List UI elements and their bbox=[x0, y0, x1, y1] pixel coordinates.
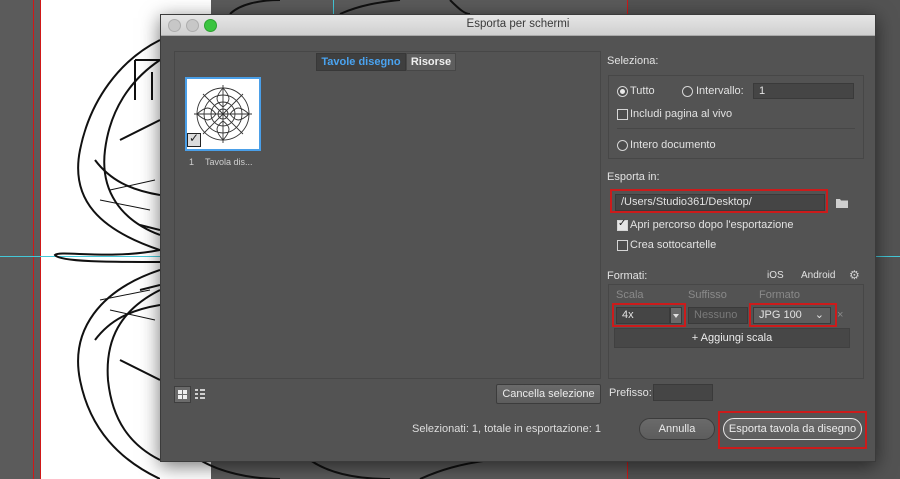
format-highlight bbox=[749, 303, 837, 327]
select-heading: Seleziona: bbox=[607, 55, 659, 67]
radio-all-label: Tutto bbox=[630, 85, 655, 97]
open-after-export-label: Apri percorso dopo l'esportazione bbox=[630, 219, 794, 231]
gear-icon[interactable]: ⚙ bbox=[849, 269, 861, 281]
artboard-number: 1 bbox=[189, 157, 195, 167]
format-column-header: Formato bbox=[759, 289, 800, 301]
tab-artboards[interactable]: Tavole disegno bbox=[316, 53, 406, 71]
radio-all[interactable] bbox=[617, 86, 628, 97]
artboard-label: Tavola dis... bbox=[205, 157, 253, 167]
create-subfolders-checkbox[interactable] bbox=[617, 240, 628, 251]
include-bleed-checkbox[interactable] bbox=[617, 109, 628, 120]
folder-icon[interactable] bbox=[835, 197, 849, 209]
export-path-highlight bbox=[610, 189, 828, 213]
radio-whole-document-label: Intero documento bbox=[630, 139, 716, 151]
mandala-artwork-top bbox=[229, 0, 471, 14]
mandala-artwork bbox=[53, 39, 160, 479]
clear-selection-button[interactable]: Cancella selezione bbox=[496, 384, 601, 404]
formats-heading: Formati: bbox=[607, 270, 648, 282]
artboard-checkbox[interactable]: ✓ bbox=[187, 131, 201, 147]
export-to-heading: Esporta in: bbox=[607, 171, 660, 183]
range-input[interactable]: 1 bbox=[753, 83, 854, 99]
suffix-column-header: Suffisso bbox=[688, 289, 727, 301]
export-for-screens-dialog: Esporta per schermi Tavole disegno Risor… bbox=[160, 14, 876, 462]
prefix-label: Prefisso: bbox=[609, 387, 652, 399]
list-view-icon[interactable] bbox=[193, 386, 208, 401]
create-subfolders-label: Crea sottocartelle bbox=[630, 239, 717, 251]
android-preset-button[interactable]: Android bbox=[801, 270, 835, 281]
radio-range-label: Intervallo: bbox=[696, 85, 744, 97]
remove-scale-icon[interactable]: × bbox=[837, 309, 843, 321]
grid-view-icon[interactable] bbox=[174, 386, 191, 403]
radio-whole-document[interactable] bbox=[617, 140, 628, 151]
checkmark-icon: ✓ bbox=[189, 131, 200, 145]
scale-highlight bbox=[612, 303, 686, 327]
guide-horizontal-right bbox=[874, 256, 900, 257]
divider bbox=[617, 128, 855, 129]
tab-assets[interactable]: Risorse bbox=[406, 53, 456, 71]
radio-range[interactable] bbox=[682, 86, 693, 97]
prefix-input[interactable] bbox=[653, 384, 713, 401]
add-scale-button[interactable]: + Aggiungi scala bbox=[614, 328, 850, 348]
suffix-input[interactable]: Nessuno bbox=[688, 307, 748, 324]
export-summary: Selezionati: 1, totale in esportazione: … bbox=[412, 423, 601, 435]
mandala-artwork-bottom bbox=[199, 460, 491, 479]
scale-column-header: Scala bbox=[616, 289, 644, 301]
include-bleed-label: Includi pagina al vivo bbox=[630, 108, 733, 120]
open-after-export-checkbox[interactable] bbox=[617, 218, 628, 231]
export-button-highlight bbox=[718, 411, 867, 449]
dialog-titlebar: Esporta per schermi bbox=[161, 15, 875, 36]
dialog-title: Esporta per schermi bbox=[466, 18, 570, 30]
cancel-button[interactable]: Annulla bbox=[639, 418, 715, 440]
ios-preset-button[interactable]: iOS bbox=[767, 270, 784, 281]
suffix-placeholder: Nessuno bbox=[694, 309, 738, 321]
